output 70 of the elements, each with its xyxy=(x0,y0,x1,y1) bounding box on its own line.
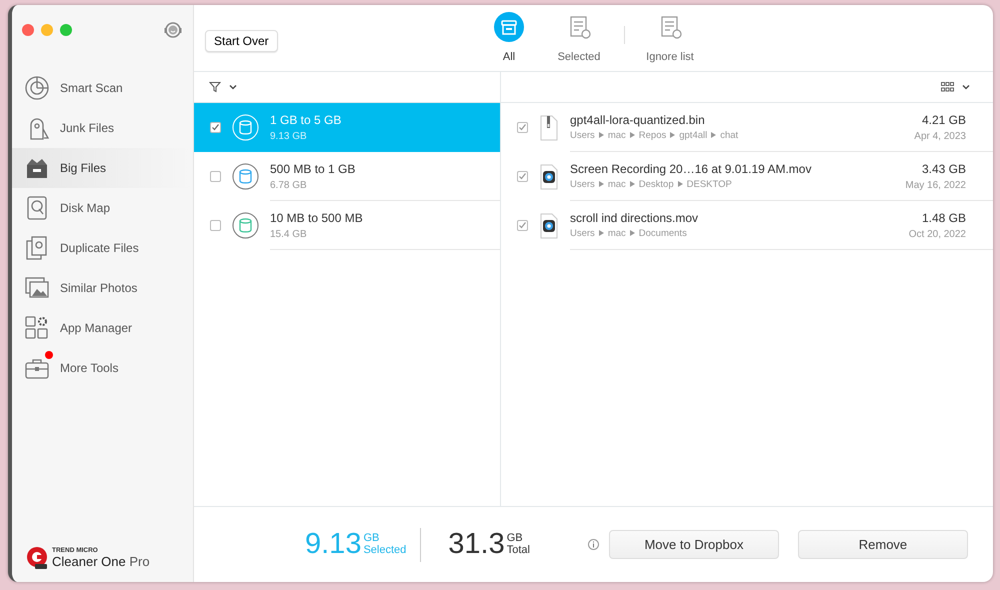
path-arrow-icon xyxy=(670,132,676,138)
tab[interactable]: All xyxy=(474,12,544,66)
group-label: 10 MB to 500 MB xyxy=(270,210,364,226)
caret-icon[interactable] xyxy=(229,84,237,90)
product-name: Cleaner One Pro xyxy=(52,554,150,568)
selected-size: 9.13 xyxy=(305,530,362,559)
archive-icon xyxy=(494,12,524,42)
path-arrow-icon xyxy=(598,132,604,138)
radar-icon xyxy=(24,75,50,101)
video-file-icon xyxy=(539,212,559,238)
total-label: Total xyxy=(506,544,530,556)
minimize-button[interactable] xyxy=(41,24,53,36)
selected-unit: GB xyxy=(363,532,380,544)
file-size: 3.43 GB xyxy=(920,160,966,178)
file-date: May 16, 2022 xyxy=(905,178,966,192)
apps-icon xyxy=(24,315,50,341)
sidebar-item[interactable]: Disk Map xyxy=(12,188,193,228)
path-segment[interactable]: Repos xyxy=(638,128,666,144)
file-size: 1.48 GB xyxy=(920,210,966,226)
checkbox[interactable] xyxy=(517,220,528,231)
start-over-button[interactable]: Start Over xyxy=(205,30,278,52)
size-group-row[interactable]: 500 MB to 1 GB 6.78 GB xyxy=(194,152,500,201)
path-arrow-icon xyxy=(598,230,604,236)
group-size: 9.13 GB xyxy=(270,130,308,144)
group-size: 15.4 GB xyxy=(270,228,308,242)
action-button[interactable]: Remove xyxy=(798,530,968,559)
file-name: scroll ind directions.mov xyxy=(570,210,700,227)
checkbox[interactable] xyxy=(210,122,221,133)
file-name: Screen Recording 20…16 at 9.01.19 AM.mov xyxy=(570,160,812,178)
video-file-icon xyxy=(539,164,559,190)
file-date: Oct 20, 2022 xyxy=(908,228,966,242)
sidebar-item[interactable]: Duplicate Files xyxy=(12,228,193,268)
filter-icon[interactable] xyxy=(209,81,221,93)
total-unit: GB xyxy=(506,532,524,544)
action-button[interactable]: Move to Dropbox xyxy=(608,530,779,559)
selected-label: Selected xyxy=(363,544,406,556)
total-size: 31.3 xyxy=(448,530,505,559)
checkbox[interactable] xyxy=(210,220,221,231)
grid-view-icon[interactable] xyxy=(941,82,954,92)
logo-icon xyxy=(26,546,48,570)
checkbox[interactable] xyxy=(210,171,221,182)
path-arrow-icon xyxy=(630,230,635,236)
path-arrow-icon xyxy=(711,132,716,138)
zip-file-icon xyxy=(539,114,559,140)
close-button[interactable] xyxy=(22,24,34,36)
sidebar-item[interactable]: App Manager xyxy=(12,308,193,348)
path-segment[interactable]: Desktop xyxy=(638,178,674,192)
group-label: 500 MB to 1 GB xyxy=(270,160,356,178)
sidebar-item[interactable]: Junk Files xyxy=(12,108,193,148)
support-icon[interactable] xyxy=(163,20,183,40)
group-size: 6.78 GB xyxy=(270,178,308,192)
sidebar-item[interactable]: Similar Photos xyxy=(12,268,193,308)
size-group-row[interactable]: 10 MB to 500 MB 15.4 GB xyxy=(194,201,500,250)
path-arrow-icon xyxy=(630,180,635,187)
tab[interactable]: Ignore list xyxy=(635,12,705,66)
tab[interactable]: Selected xyxy=(544,12,614,66)
sidebar-item[interactable]: More Tools xyxy=(12,348,193,388)
path-arrow-icon xyxy=(630,132,635,138)
file-date: Apr 4, 2023 xyxy=(914,130,966,144)
caret-icon[interactable] xyxy=(962,84,970,90)
checkbox[interactable] xyxy=(517,171,528,182)
path-arrow-icon xyxy=(678,180,683,187)
zoom-button[interactable] xyxy=(60,24,72,36)
path-arrow-icon xyxy=(598,180,604,187)
sidebar-item[interactable]: Smart Scan xyxy=(12,68,193,108)
file-size: 4.21 GB xyxy=(920,112,966,128)
file-name: gpt4all-lora-quantized.bin xyxy=(570,112,706,129)
checkbox[interactable] xyxy=(517,122,528,133)
group-label: 1 GB to 5 GB xyxy=(270,112,342,128)
info-icon[interactable] xyxy=(588,539,599,550)
